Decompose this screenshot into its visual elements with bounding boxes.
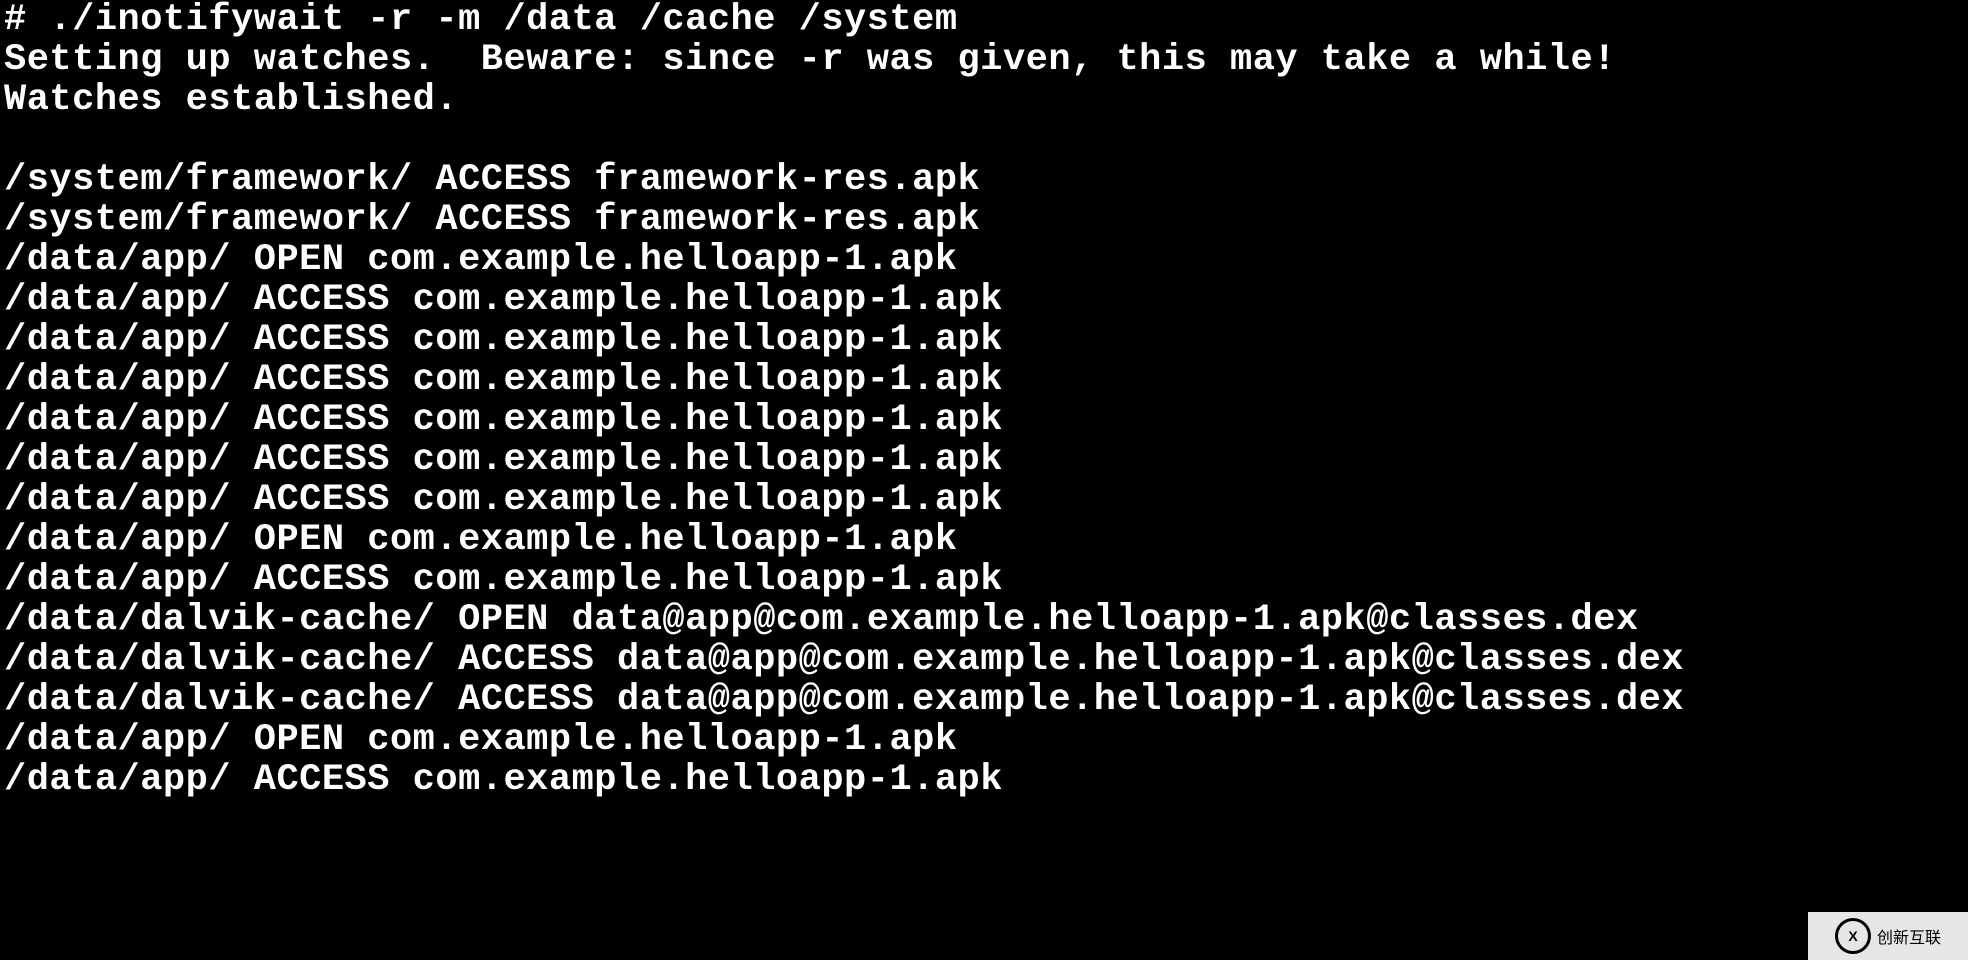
terminal-output[interactable]: # ./inotifywait -r -m /data /cache /syst… — [0, 0, 1968, 800]
watermark-logo: X 创新互联 — [1808, 912, 1968, 960]
watermark-logo-icon: X — [1835, 918, 1871, 954]
watermark-logo-text: 创新互联 — [1877, 924, 1941, 948]
